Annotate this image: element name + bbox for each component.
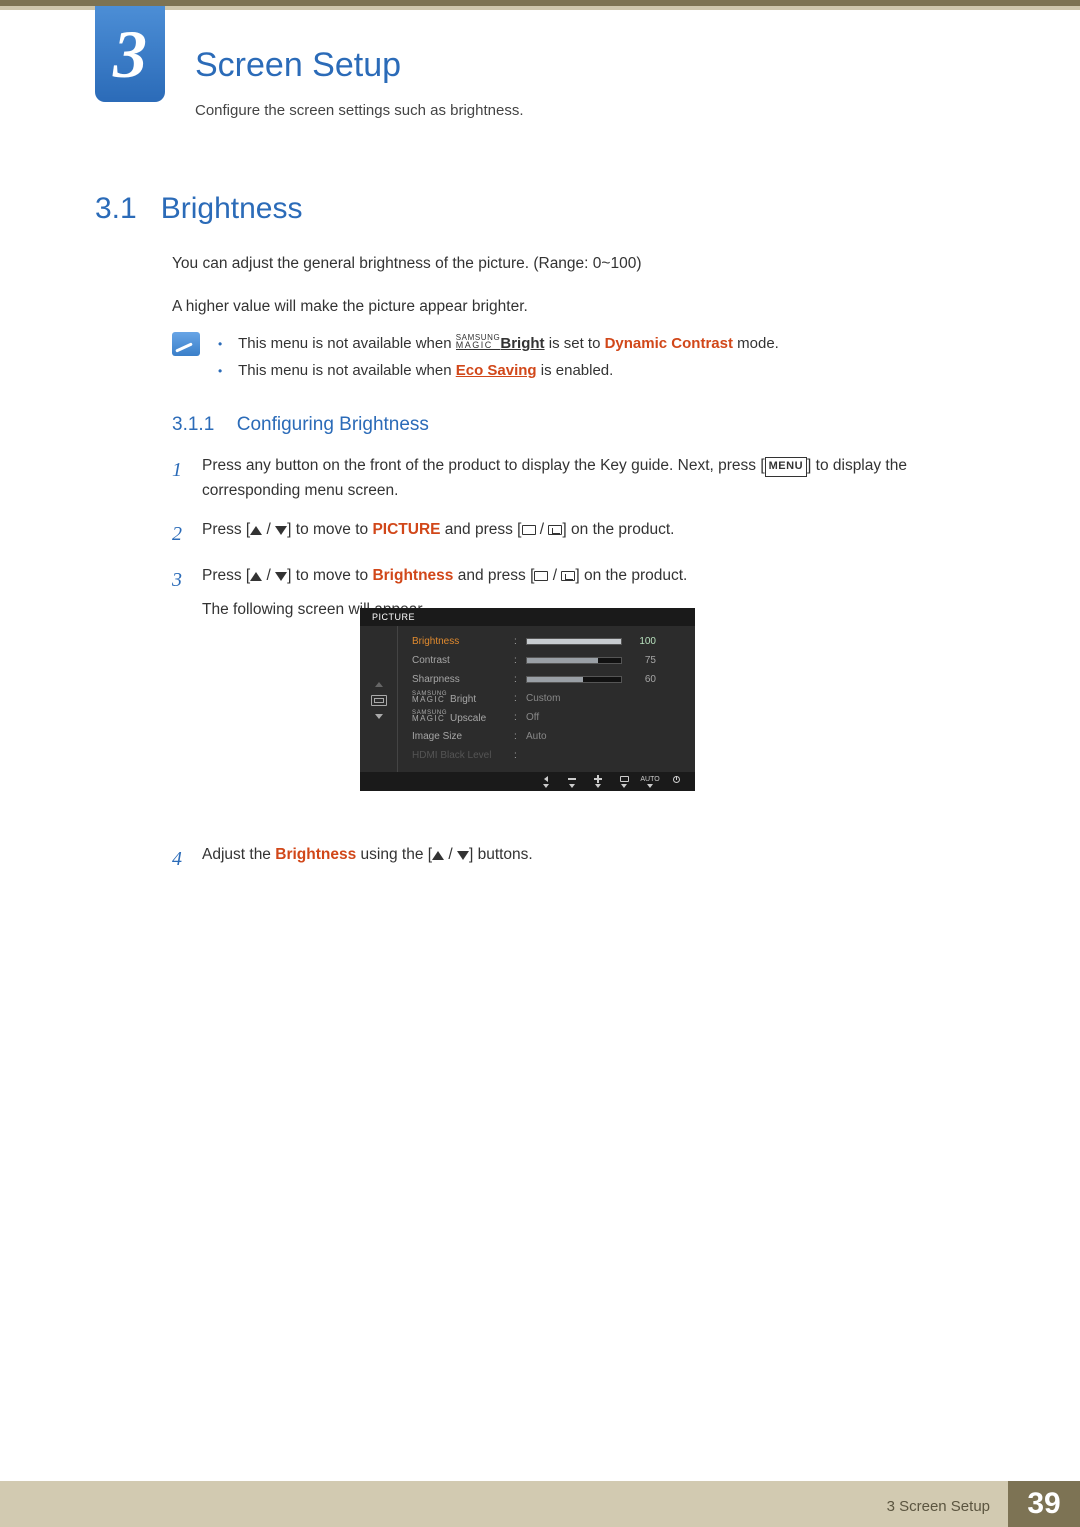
triangle-down-icon [275, 572, 287, 581]
triangle-up-icon [250, 526, 262, 535]
note-item-2: This menu is not available when Eco Savi… [218, 357, 779, 384]
osd-back-btn [541, 776, 551, 788]
triangle-down-icon [457, 851, 469, 860]
step-num: 3 [172, 564, 188, 624]
osd-body: Brightness:100Contrast:75Sharpness:60SAM… [360, 626, 695, 774]
step-4: 4 Adjust the Brightness using the [ / ] … [172, 843, 962, 875]
subsection-heading: 3.1.1 Configuring Brightness [172, 414, 429, 436]
chapter-badge: 3 [95, 6, 165, 102]
osd-footer: AUTO [360, 772, 695, 791]
step-text: Adjust the Brightness using the [ / ] bu… [202, 843, 962, 875]
triangle-up-icon [432, 851, 444, 860]
osd-rows: Brightness:100Contrast:75Sharpness:60SAM… [398, 626, 695, 774]
note-list: This menu is not available when SAMSUNGM… [218, 330, 779, 384]
body-p2: A higher value will make the picture app… [172, 295, 962, 320]
step-text: Press [ / ] to move to PICTURE and press… [202, 518, 962, 550]
osd-row-label: Image Size [412, 731, 510, 742]
osd-value: Auto [526, 731, 547, 742]
step-num: 2 [172, 518, 188, 550]
osd-bar [526, 638, 622, 645]
osd-panel: PICTURE Brightness:100Contrast:75Sharpne… [360, 608, 695, 791]
osd-title: PICTURE [360, 608, 695, 626]
osd-value: Off [526, 712, 539, 723]
section-heading: 3.1 Brightness [95, 192, 302, 226]
osd-value: 60 [626, 674, 656, 685]
osd-row-label: SAMSUNGMAGIC Upscale [412, 711, 510, 724]
osd-row-label: HDMI Black Level [412, 750, 510, 761]
osd-row: Contrast:75 [412, 651, 685, 670]
section-number: 3.1 [95, 192, 137, 226]
section-body: You can adjust the general brightness of… [172, 252, 962, 338]
osd-bar [526, 676, 622, 683]
step-num: 4 [172, 843, 188, 875]
osd-row-label: Brightness [412, 636, 510, 647]
chapter-intro: Configure the screen settings such as br… [195, 102, 524, 119]
osd-auto-btn: AUTO [645, 776, 655, 788]
osd-scroll-up-icon [375, 682, 383, 687]
osd-picture-icon [371, 695, 387, 706]
chapter-number: 3 [113, 20, 147, 88]
osd-row: Brightness:100 [412, 632, 685, 651]
body-p1: You can adjust the general brightness of… [172, 252, 962, 277]
note-icon [172, 332, 200, 356]
osd-enter-btn [619, 776, 629, 788]
osd-value: Custom [526, 693, 560, 704]
section-title: Brightness [161, 192, 303, 226]
osd-value: 100 [626, 636, 656, 647]
page-footer: 3 Screen Setup 39 [0, 1481, 1080, 1527]
samsung-magic-label: SAMSUNGMAGIC [456, 334, 501, 350]
note-item-1: This menu is not available when SAMSUNGM… [218, 330, 779, 357]
source-icon [522, 525, 536, 535]
osd-bar [526, 657, 622, 664]
chapter-title: Screen Setup [195, 46, 401, 85]
osd-value: 75 [626, 655, 656, 666]
enter-icon [561, 571, 575, 581]
osd-row-label: Contrast [412, 655, 510, 666]
step-text: Press any button on the front of the pro… [202, 454, 962, 504]
page-number: 39 [1008, 1481, 1080, 1527]
osd-row: SAMSUNGMAGIC Bright:Custom [412, 689, 685, 708]
source-icon [534, 571, 548, 581]
osd-plus-btn [593, 776, 603, 788]
step-2: 2 Press [ / ] to move to PICTURE and pre… [172, 518, 962, 550]
osd-row-label: Sharpness [412, 674, 510, 685]
osd-scroll-down-icon [375, 714, 383, 719]
osd-power-btn [671, 776, 681, 788]
footer-chapter-label: 3 Screen Setup [0, 1481, 1008, 1527]
subsection-title: Configuring Brightness [237, 414, 429, 435]
enter-icon [548, 525, 562, 535]
osd-row: Sharpness:60 [412, 670, 685, 689]
step-1: 1 Press any button on the front of the p… [172, 454, 962, 504]
osd-row: HDMI Black Level: [412, 746, 685, 765]
subsection-number: 3.1.1 [172, 414, 214, 435]
osd-left-icons [360, 626, 398, 774]
step-num: 1 [172, 454, 188, 504]
triangle-down-icon [275, 526, 287, 535]
osd-minus-btn [567, 776, 577, 788]
triangle-up-icon [250, 572, 262, 581]
note-block: This menu is not available when SAMSUNGM… [172, 330, 962, 384]
osd-row: Image Size:Auto [412, 727, 685, 746]
osd-row-label: SAMSUNGMAGIC Bright [412, 692, 510, 705]
osd-row: SAMSUNGMAGIC Upscale:Off [412, 708, 685, 727]
menu-key-icon: MENU [765, 457, 807, 477]
